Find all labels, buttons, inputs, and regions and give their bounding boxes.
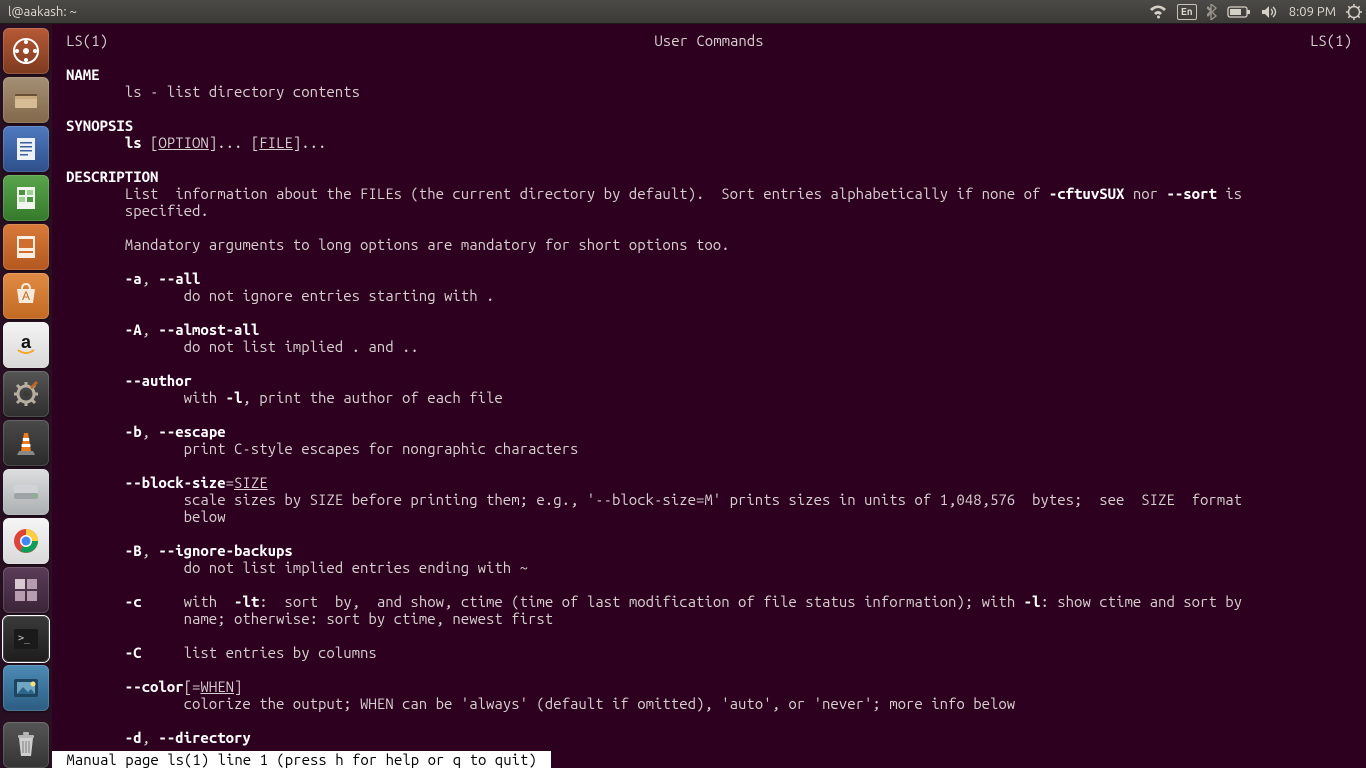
synopsis-line: ls [OPTION]... [FILE]... <box>66 134 1352 151</box>
opt-block-size: --block-size=SIZE <box>66 474 1352 491</box>
man-status-line: Manual page ls(1) line 1 (press h for he… <box>52 751 551 768</box>
keyboard-language-indicator[interactable]: En <box>1177 4 1197 20</box>
opt-B: -B, --ignore-backups <box>66 542 1352 559</box>
opt-C: -C list entries by columns <box>66 644 1352 661</box>
bluetooth-icon[interactable] <box>1207 4 1217 20</box>
opt-block-desc-2: below <box>66 508 1352 525</box>
opt-d: -d, --directory <box>66 729 1352 746</box>
man-header-center: User Commands <box>108 32 1310 49</box>
opt-b: -b, --escape <box>66 423 1352 440</box>
top-panel: l@aakash: ~ En 8:09 PM <box>0 0 1366 24</box>
terminal-icon[interactable]: >_ <box>3 616 49 662</box>
window-title: l@aakash: ~ <box>8 5 1149 19</box>
section-description: DESCRIPTION <box>66 168 1352 185</box>
desc-line-3: Mandatory arguments to long options are … <box>66 236 1352 253</box>
opt-a: -a, --all <box>66 270 1352 287</box>
amazon-icon[interactable]: a <box>3 322 49 368</box>
opt-B-desc: do not list implied entries ending with … <box>66 559 1352 576</box>
clock[interactable]: 8:09 PM <box>1289 5 1336 19</box>
volume-icon[interactable] <box>1261 5 1279 19</box>
section-name: NAME <box>66 66 1352 83</box>
opt-author: --author <box>66 372 1352 389</box>
man-header-left: LS(1) <box>66 32 108 49</box>
unity-launcher: A a >_ <box>0 24 52 768</box>
svg-text:A: A <box>22 289 30 303</box>
drive-icon[interactable] <box>3 469 49 515</box>
terminal-viewport[interactable]: LS(1) User Commands LS(1) NAME ls - list… <box>52 24 1366 768</box>
opt-author-desc: with -l, print the author of each file <box>66 389 1352 406</box>
screenshot-icon[interactable] <box>3 665 49 711</box>
workspace-switcher-icon[interactable] <box>3 567 49 613</box>
opt-A: -A, --almost-all <box>66 321 1352 338</box>
desc-line-2: specified. <box>66 202 1352 219</box>
battery-icon[interactable] <box>1227 6 1251 18</box>
calc-icon[interactable] <box>3 175 49 221</box>
name-line: ls - list directory contents <box>66 83 1352 100</box>
opt-b-desc: print C-style escapes for nongraphic cha… <box>66 440 1352 457</box>
opt-color: --color[=WHEN] <box>66 678 1352 695</box>
vlc-icon[interactable] <box>3 420 49 466</box>
opt-c: -c with -lt: sort by, and show, ctime (t… <box>66 593 1352 610</box>
opt-A-desc: do not list implied . and .. <box>66 338 1352 355</box>
desc-line-1: List information about the FILEs (the cu… <box>66 185 1352 202</box>
opt-c-desc-2: name; otherwise: sort by ctime, newest f… <box>66 610 1352 627</box>
section-synopsis: SYNOPSIS <box>66 117 1352 134</box>
opt-color-desc: colorize the output; WHEN can be 'always… <box>66 695 1352 712</box>
opt-a-desc: do not ignore entries starting with . <box>66 287 1352 304</box>
dash-home-icon[interactable] <box>3 28 49 74</box>
trash-icon[interactable] <box>3 722 49 768</box>
svg-text:a: a <box>21 332 32 352</box>
chrome-icon[interactable] <box>3 518 49 564</box>
impress-icon[interactable] <box>3 224 49 270</box>
svg-text:>_: >_ <box>18 633 31 644</box>
files-icon[interactable] <box>3 77 49 123</box>
man-header-right: LS(1) <box>1310 32 1352 49</box>
system-settings-icon[interactable] <box>3 371 49 417</box>
network-wifi-icon[interactable] <box>1149 5 1167 19</box>
man-header: LS(1) User Commands LS(1) <box>66 32 1352 49</box>
writer-icon[interactable] <box>3 126 49 172</box>
gear-shutdown-icon[interactable] <box>1346 4 1362 20</box>
software-center-icon[interactable]: A <box>3 273 49 319</box>
opt-block-desc-1: scale sizes by SIZE before printing them… <box>66 491 1352 508</box>
